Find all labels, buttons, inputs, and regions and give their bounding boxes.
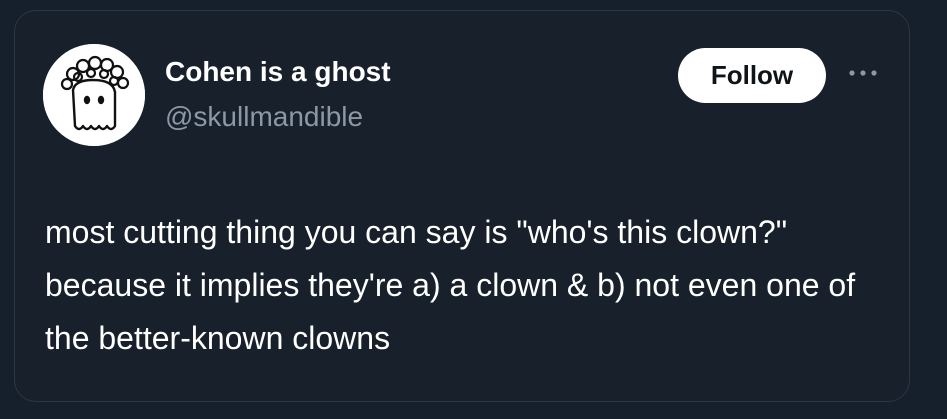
author-handle[interactable]: @skullmandible (165, 101, 363, 133)
more-options-icon[interactable] (848, 67, 878, 79)
tweet-text: most cutting thing you can say is "who's… (45, 214, 856, 356)
author-display-name[interactable]: Cohen is a ghost (165, 56, 391, 88)
ghost-avatar-icon (43, 44, 145, 146)
avatar[interactable] (43, 44, 145, 146)
tweet-card: Cohen is a ghost @skullmandible Follow m… (14, 10, 910, 402)
follow-button[interactable]: Follow (678, 48, 826, 103)
